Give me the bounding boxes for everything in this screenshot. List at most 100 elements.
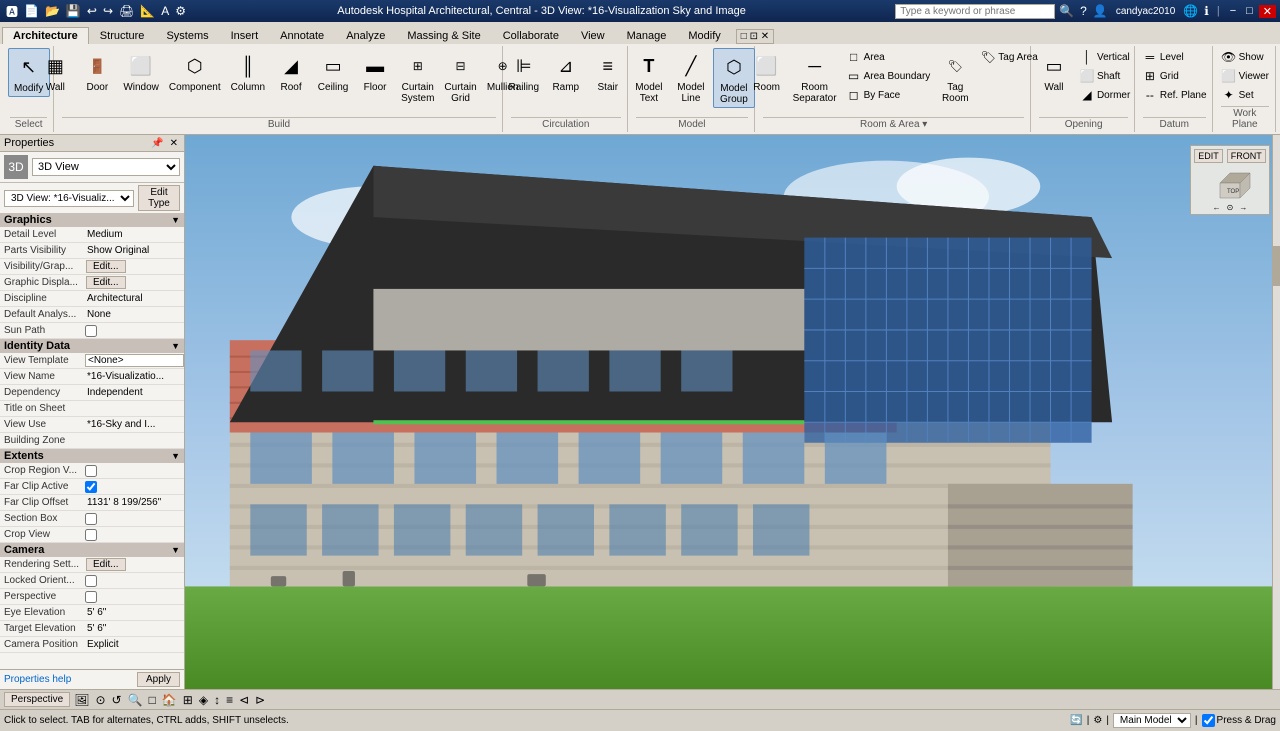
ribbon-btn-dormer[interactable]: ◢Dormer <box>1076 86 1133 104</box>
tab-structure[interactable]: Structure <box>89 27 156 44</box>
ribbon-btn-model-line[interactable]: ╱ ModelLine <box>671 48 711 106</box>
qa-undo[interactable]: ↩ <box>85 3 99 19</box>
ribbon-btn-ramp[interactable]: ⊿ Ramp <box>546 48 586 95</box>
status-icon-2[interactable]: ⊙ <box>93 693 107 707</box>
qa-print[interactable]: 🖨 <box>117 3 136 19</box>
ribbon-btn-tag-room[interactable]: 🏷 TagRoom <box>935 48 975 106</box>
status-icon-10[interactable]: ≡ <box>224 693 235 707</box>
ribbon-btn-curtain-grid[interactable]: ⊟ CurtainGrid <box>440 48 480 106</box>
ribbon-btn-column[interactable]: ║ Column <box>227 48 269 95</box>
ribbon-btn-area-boundary[interactable]: ▭Area Boundary <box>843 67 934 85</box>
status-settings[interactable]: ⚙ <box>1093 715 1102 726</box>
ribbon-btn-tag-area[interactable]: 🏷Tag Area <box>977 48 1040 66</box>
ribbon-btn-ref-plane[interactable]: --Ref. Plane <box>1139 86 1210 104</box>
scrollbar-thumb[interactable] <box>1273 246 1280 286</box>
crop-view-checkbox[interactable] <box>85 529 97 541</box>
status-icon-7[interactable]: ⊞ <box>181 693 195 707</box>
section-graphics[interactable]: Graphics ▼ <box>0 213 184 227</box>
ribbon-btn-stair[interactable]: ≡ Stair <box>588 48 628 95</box>
press-drag-checkbox[interactable] <box>1202 714 1215 727</box>
ribbon-btn-show[interactable]: 👁Show <box>1218 48 1272 66</box>
tab-manage[interactable]: Manage <box>616 27 678 44</box>
view-dropdown[interactable]: 3D View: *16-Visualiz... <box>4 190 134 207</box>
view-cube-front-btn[interactable]: FRONT <box>1227 149 1266 163</box>
status-icon-1[interactable]: 🖼 <box>72 693 91 707</box>
far-clip-active-checkbox[interactable] <box>85 481 97 493</box>
status-icon-8[interactable]: ◈ <box>197 693 210 707</box>
ribbon-btn-door[interactable]: 🚪 Door <box>77 48 117 95</box>
tab-architecture[interactable]: Architecture <box>2 27 89 44</box>
tab-view[interactable]: View <box>570 27 616 44</box>
status-icon-6[interactable]: 🏠 <box>160 693 179 707</box>
ribbon-btn-ceiling[interactable]: ▭ Ceiling <box>313 48 353 95</box>
status-sync-btn[interactable]: 🔄 <box>1070 715 1082 726</box>
status-icon-5[interactable]: □ <box>147 693 158 707</box>
ribbon-btn-room-separator[interactable]: ─ RoomSeparator <box>789 48 841 106</box>
properties-help-link[interactable]: Properties help <box>4 674 71 685</box>
status-icon-11[interactable]: ⊲ <box>237 693 251 707</box>
qa-settings[interactable]: ⚙ <box>173 3 188 19</box>
type-dropdown[interactable]: 3D View <box>32 158 180 176</box>
qa-text[interactable]: A <box>159 3 171 19</box>
qa-new[interactable]: 📄 <box>22 3 41 19</box>
tab-analyze[interactable]: Analyze <box>335 27 396 44</box>
apply-btn[interactable]: Apply <box>137 672 180 687</box>
user-btn[interactable]: 👤 <box>1091 3 1110 19</box>
status-icon-12[interactable]: ⊳ <box>253 693 267 707</box>
ribbon-btn-opening-wall[interactable]: ▭ Wall <box>1034 48 1074 95</box>
ribbon-btn-viewer[interactable]: ⬜Viewer <box>1218 67 1272 85</box>
tab-systems[interactable]: Systems <box>155 27 219 44</box>
status-icon-3[interactable]: ↺ <box>110 693 124 707</box>
ribbon-btn-by-face[interactable]: ◻By Face <box>843 86 934 104</box>
ribbon-btn-shaft[interactable]: ⬜Shaft <box>1076 67 1133 85</box>
close-btn[interactable]: ✕ <box>1259 5 1276 18</box>
qa-redo[interactable]: ↪ <box>101 3 115 19</box>
ribbon-btn-wall[interactable]: ▦ Wall <box>35 48 75 95</box>
tab-annotate[interactable]: Annotate <box>269 27 335 44</box>
graphic-display-edit-btn[interactable]: Edit... <box>86 276 126 289</box>
perspective-tab[interactable]: Perspective <box>4 692 70 707</box>
qa-save[interactable]: 💾 <box>64 3 83 19</box>
ribbon-btn-model-text[interactable]: T ModelText <box>629 48 669 106</box>
section-box-checkbox[interactable] <box>85 513 97 525</box>
ribbon-btn-window[interactable]: ⬜ Window <box>119 48 163 95</box>
help-btn[interactable]: ? <box>1078 3 1089 19</box>
tab-insert[interactable]: Insert <box>220 27 270 44</box>
qa-app-menu[interactable]: 🅰 <box>4 2 20 21</box>
canvas-area[interactable]: EDIT FRONT TOP ← ⊙ → <box>185 135 1280 689</box>
tab-massing[interactable]: Massing & Site <box>396 27 491 44</box>
view-cube-edit-btn[interactable]: EDIT <box>1194 149 1223 163</box>
section-identity-data[interactable]: Identity Data ▼ <box>0 339 184 353</box>
minimize-btn[interactable]: − <box>1226 5 1240 17</box>
ribbon-btn-room[interactable]: ⬜ Room <box>747 48 787 95</box>
search-input[interactable] <box>895 4 1055 19</box>
ribbon-btn-vertical[interactable]: │Vertical <box>1076 48 1133 66</box>
status-icon-9[interactable]: ↕ <box>212 693 222 707</box>
ribbon-btn-set[interactable]: ✦Set <box>1218 86 1272 104</box>
community-btn[interactable]: 🌐 <box>1181 3 1200 19</box>
info-btn[interactable]: ℹ <box>1202 3 1211 19</box>
status-icon-4[interactable]: 🔍 <box>126 693 145 707</box>
tab-modify[interactable]: Modify <box>677 27 731 44</box>
ribbon-btn-railing[interactable]: ⊫ Railing <box>504 48 544 95</box>
search-btn[interactable]: 🔍 <box>1057 3 1076 19</box>
locked-orient-checkbox[interactable] <box>85 575 97 587</box>
props-close-btn[interactable]: ✕ <box>168 138 180 149</box>
vertical-scrollbar[interactable] <box>1272 135 1280 689</box>
rendering-edit-btn[interactable]: Edit... <box>86 558 126 571</box>
ribbon-btn-roof[interactable]: ◢ Roof <box>271 48 311 95</box>
section-extents[interactable]: Extents ▼ <box>0 449 184 463</box>
model-dropdown[interactable]: Main Model <box>1113 713 1191 728</box>
ribbon-btn-area[interactable]: □Area <box>843 48 934 66</box>
visibility-edit-btn[interactable]: Edit... <box>86 260 126 273</box>
crop-region-checkbox[interactable] <box>85 465 97 477</box>
qa-open[interactable]: 📂 <box>43 3 62 19</box>
props-pin-btn[interactable]: 📌 <box>149 138 165 149</box>
sun-path-checkbox[interactable] <box>85 325 97 337</box>
ribbon-btn-component[interactable]: ⬡ Component <box>165 48 225 95</box>
ribbon-btn-level[interactable]: ═Level <box>1139 48 1210 66</box>
edit-type-btn[interactable]: Edit Type <box>138 185 180 211</box>
qa-measure[interactable]: 📐 <box>138 3 157 19</box>
ribbon-btn-floor[interactable]: ▬ Floor <box>355 48 395 95</box>
perspective-checkbox[interactable] <box>85 591 97 603</box>
